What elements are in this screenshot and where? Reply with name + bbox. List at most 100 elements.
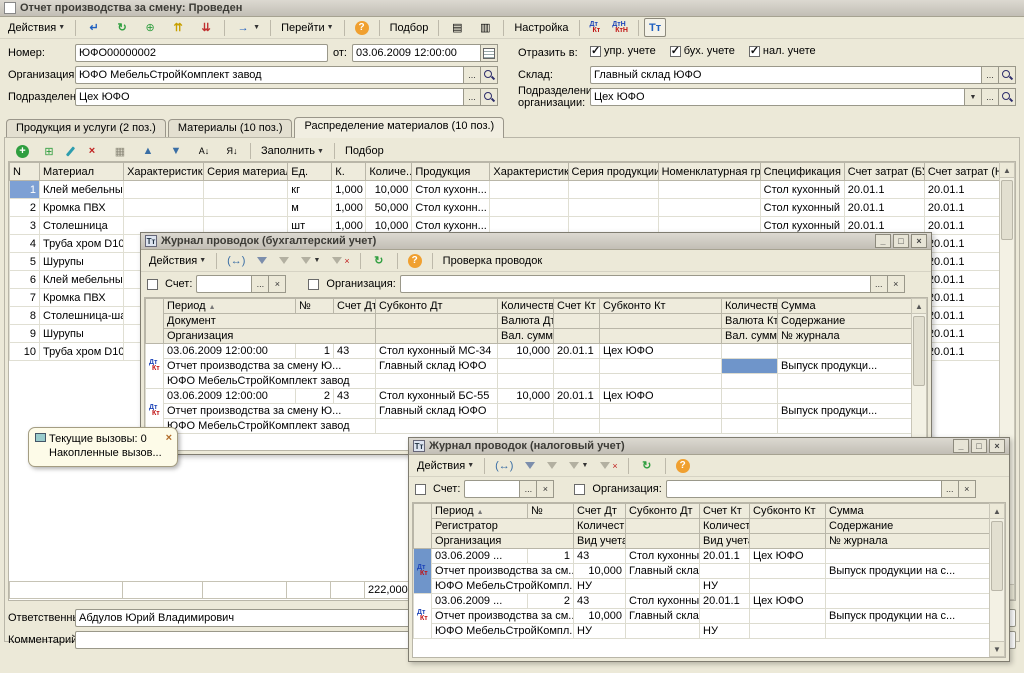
org-clear-button[interactable]: ×: [959, 480, 976, 498]
journal-bu-titlebar[interactable]: Тт Журнал проводок (бухгалтерский учет) …: [141, 233, 931, 250]
save-button[interactable]: ↵: [81, 18, 107, 37]
managerial-accounting-checkbox[interactable]: упр. учете: [590, 45, 656, 57]
account-filter-checkbox[interactable]: [415, 484, 426, 495]
tax-accounting-checkbox[interactable]: нал. учете: [749, 45, 816, 57]
scroll-thumb[interactable]: [913, 316, 925, 386]
set-filter-button[interactable]: [520, 456, 540, 475]
org-filter-checkbox[interactable]: [574, 484, 585, 495]
org-clear-button[interactable]: ×: [888, 275, 905, 293]
selection-button[interactable]: Подбор: [385, 18, 434, 37]
selected-cell[interactable]: [722, 359, 778, 374]
calendar-button[interactable]: [481, 44, 498, 62]
copy-document-button[interactable]: ⊕: [137, 18, 163, 37]
goto-menu-button[interactable]: Перейти ▼: [276, 18, 339, 37]
filter-history-button[interactable]: ▼: [564, 456, 593, 475]
organization-field[interactable]: ЮФО МебельСтройКомплект завод ...: [75, 66, 498, 84]
edit-row-button[interactable]: [64, 142, 77, 161]
dtkt-tax-button[interactable]: ДтНКтН: [607, 18, 633, 37]
scroll-thumb[interactable]: [1001, 180, 1013, 240]
posting-row[interactable]: ЮФО МебельСтройКомплект завод: [146, 374, 912, 389]
dept-ellipsis-button[interactable]: ...: [464, 88, 481, 106]
scroll-thumb[interactable]: [991, 521, 1003, 591]
org-dept-open-button[interactable]: [999, 88, 1016, 106]
maximize-button[interactable]: □: [893, 234, 909, 248]
scroll-down-icon[interactable]: ▼: [990, 641, 1004, 656]
org-filter-field[interactable]: ...×: [666, 480, 976, 498]
filter-by-value-button[interactable]: [542, 456, 562, 475]
department-field[interactable]: Цех ЮФО ...: [75, 88, 498, 106]
filter-by-value-button[interactable]: [274, 251, 294, 270]
actions-menu-button[interactable]: Действия ▼: [144, 251, 211, 270]
org-ellipsis-button[interactable]: ...: [464, 66, 481, 84]
sort-desc-button[interactable]: Я↓: [219, 142, 245, 161]
journal-nu-titlebar[interactable]: Тт Журнал проводок (налоговый учет) _ □ …: [409, 438, 1009, 455]
posting-row[interactable]: ЮФО МебельСтройКомпл... НУ НУ: [414, 624, 992, 639]
org-dept-ellipsis-button[interactable]: ...: [982, 88, 999, 106]
reread-button[interactable]: ↻: [109, 18, 135, 37]
delete-row-button[interactable]: ×: [79, 142, 105, 161]
account-filter-field[interactable]: ...×: [196, 275, 286, 293]
list-settings-button[interactable]: ▥: [472, 18, 498, 37]
minimize-button[interactable]: _: [953, 439, 969, 453]
posting-row[interactable]: Отчет производства за смену Ю... Главный…: [146, 404, 912, 419]
warehouse-ellipsis-button[interactable]: ...: [982, 66, 999, 84]
org-filter-field[interactable]: ...×: [400, 275, 905, 293]
post-button[interactable]: ⇈: [165, 18, 191, 37]
org-ellipsis-button[interactable]: ...: [942, 480, 959, 498]
posting-row[interactable]: Отчет производства за см... 10,000 Главн…: [414, 564, 992, 579]
clear-filter-button[interactable]: ×: [595, 456, 622, 475]
posting-row[interactable]: ДтКт 03.06.2009 ... 2 43 Стол кухонный Б…: [414, 594, 992, 609]
account-clear-button[interactable]: ×: [269, 275, 286, 293]
main-titlebar[interactable]: Отчет производства за смену: Проведен: [0, 0, 1024, 17]
date-field[interactable]: 03.06.2009 12:00:00: [352, 44, 498, 62]
posting-row[interactable]: ДтКт 03.06.2009 12:00:00 2 43 Стол кухон…: [146, 389, 912, 404]
tab-material-distribution[interactable]: Распределение материалов (10 поз.): [294, 117, 504, 138]
fill-menu-button[interactable]: Заполнить ▼: [256, 142, 329, 161]
dtkt-accounting-button[interactable]: ДтКт: [585, 18, 606, 37]
interval-button[interactable]: (↔): [222, 251, 250, 270]
set-filter-button[interactable]: [252, 251, 272, 270]
account-clear-button[interactable]: ×: [537, 480, 554, 498]
tab-products-services[interactable]: Продукция и услуги (2 поз.): [6, 119, 166, 138]
refresh-button[interactable]: ↻: [634, 456, 660, 475]
move-up-button[interactable]: ▲: [135, 142, 161, 161]
table-row[interactable]: 1Клей мебельныйкг1,00010,000Стол кухонн.…: [10, 181, 1001, 199]
org-open-button[interactable]: [481, 66, 498, 84]
scroll-up-icon[interactable]: ▲: [990, 504, 1004, 519]
book-accounting-checkbox[interactable]: бух. учете: [670, 45, 735, 57]
maximize-button[interactable]: □: [971, 439, 987, 453]
scroll-up-icon[interactable]: ▲: [912, 299, 926, 314]
warehouse-open-button[interactable]: [999, 66, 1016, 84]
interval-button[interactable]: (↔): [490, 456, 518, 475]
move-down-button[interactable]: ▼: [163, 142, 189, 161]
account-ellipsis-button[interactable]: ...: [252, 275, 269, 293]
journal-nu-scrollbar[interactable]: ▲ ▼: [989, 503, 1005, 657]
dept-open-button[interactable]: [481, 88, 498, 106]
refresh-button[interactable]: ↻: [366, 251, 392, 270]
end-edit-button[interactable]: ▦: [107, 142, 133, 161]
add-row-button[interactable]: +: [11, 142, 34, 161]
structure-button[interactable]: ▤: [444, 18, 470, 37]
check-postings-button[interactable]: Проверка проводок: [438, 251, 547, 270]
close-button[interactable]: ×: [911, 234, 927, 248]
settings-button[interactable]: Настройка: [509, 18, 573, 37]
selected-row-marker[interactable]: ДтКт: [414, 549, 432, 594]
journal-bu-scrollbar[interactable]: ▲: [911, 298, 927, 450]
scroll-up-icon[interactable]: ▲: [1000, 163, 1014, 178]
table-row[interactable]: 2Кромка ПВХм1,00050,000Стол кухонн...Сто…: [10, 199, 1001, 217]
warehouse-field[interactable]: Главный склад ЮФО ...: [590, 66, 1016, 84]
taccount-toggle-button[interactable]: Тт: [644, 18, 666, 37]
org-ellipsis-button[interactable]: ...: [871, 275, 888, 293]
account-ellipsis-button[interactable]: ...: [520, 480, 537, 498]
help-button[interactable]: ?: [403, 251, 427, 270]
clear-filter-button[interactable]: ×: [327, 251, 354, 270]
account-filter-checkbox[interactable]: [147, 279, 158, 290]
filter-history-button[interactable]: ▼: [296, 251, 325, 270]
minimize-button[interactable]: _: [875, 234, 891, 248]
open-related-button[interactable]: →▼: [230, 18, 265, 37]
account-filter-field[interactable]: ...×: [464, 480, 554, 498]
tooltip-close-icon[interactable]: ×: [166, 431, 172, 445]
posting-row[interactable]: ДтКт 03.06.2009 12:00:00 1 43 Стол кухон…: [146, 344, 912, 359]
number-field[interactable]: ЮФО00000002: [75, 44, 328, 62]
unpost-button[interactable]: ⇊: [193, 18, 219, 37]
